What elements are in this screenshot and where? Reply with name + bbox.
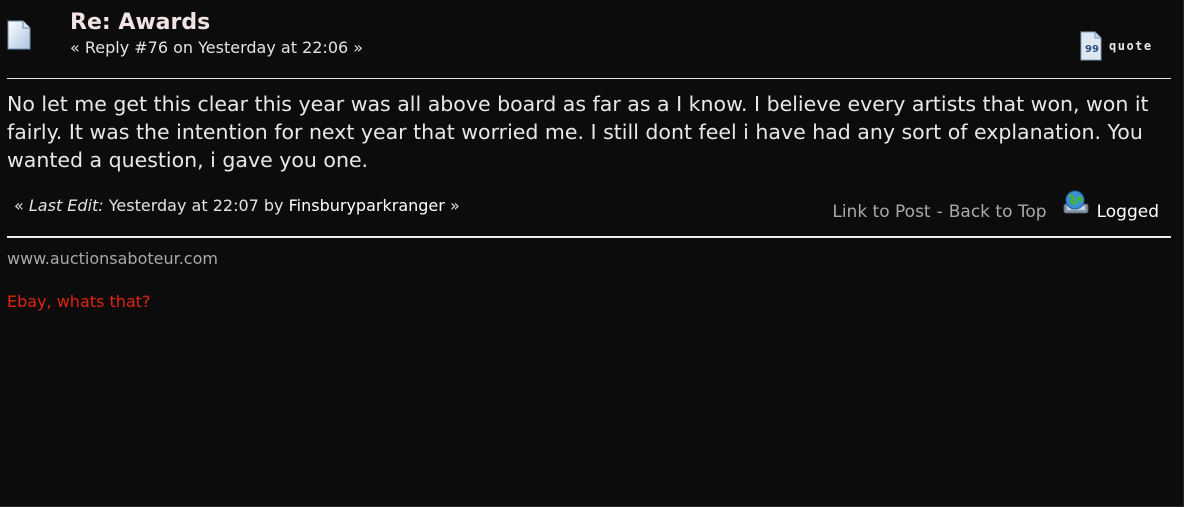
post-links: Link to Post - Back to Top Logged — [832, 190, 1159, 222]
document-icon — [7, 20, 31, 50]
back-to-top-link[interactable]: Back to Top — [949, 202, 1047, 222]
signature-site: www.auctionsaboteur.com — [7, 249, 218, 268]
header-divider — [7, 78, 1171, 79]
last-edit-close: » — [449, 196, 460, 215]
signature-tagline: Ebay, whats that? — [7, 292, 151, 311]
forum-post: Re: Awards « Reply #76 on Yesterday at 2… — [0, 0, 1184, 507]
link-separator: - — [936, 202, 943, 222]
post-body: No let me get this clear this year was a… — [7, 92, 1149, 172]
last-edit-open: « — [14, 196, 24, 215]
reply-info: « Reply #76 on Yesterday at 22:06 » — [70, 38, 364, 57]
svg-text:99: 99 — [1085, 44, 1099, 55]
last-edit: « Last Edit: Yesterday at 22:07 by Finsb… — [14, 196, 460, 215]
quote-button[interactable]: 99 quote — [1080, 31, 1153, 61]
last-edit-label: Last Edit: — [28, 196, 104, 215]
globe-computer-icon — [1063, 190, 1089, 214]
last-edit-editor[interactable]: Finsburyparkranger — [289, 196, 445, 215]
link-to-post[interactable]: Link to Post — [832, 202, 930, 222]
post-subject[interactable]: Re: Awards — [70, 9, 210, 36]
quote-icon: 99 — [1080, 31, 1102, 61]
logged-label: Logged — [1096, 202, 1159, 222]
signature-divider — [7, 236, 1171, 238]
last-edit-time: Yesterday at 22:07 by — [108, 196, 284, 215]
quote-label: quote — [1109, 39, 1153, 53]
